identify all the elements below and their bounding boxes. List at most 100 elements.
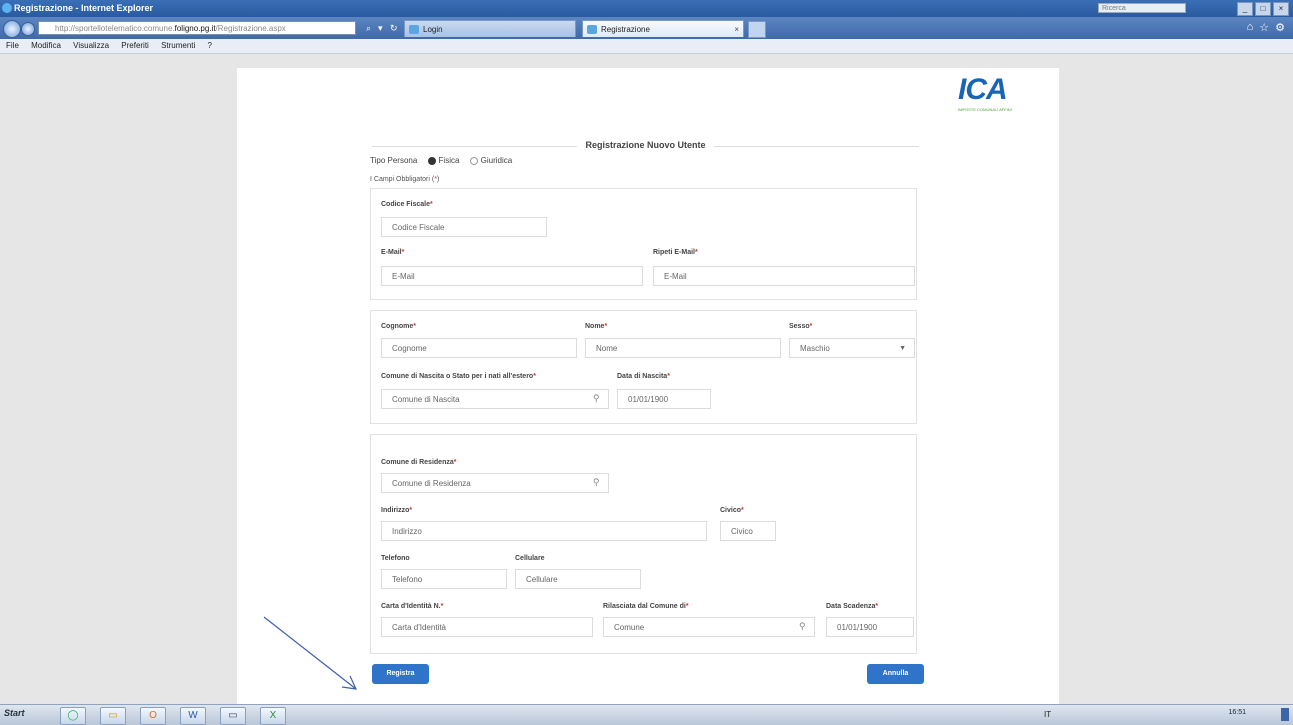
window-title: Registrazione - Internet Explorer [14,3,154,13]
browser-viewport: ICA IMPOSTE COMUNALI AFFINI Registrazion… [0,54,1293,704]
nome-input[interactable]: Nome [585,338,781,358]
language-indicator[interactable]: IT [1044,710,1051,719]
new-tab-button[interactable] [748,21,766,38]
cellulare-input[interactable]: Cellulare [515,569,641,589]
radio-giuridica-label: Giuridica [480,156,513,165]
menu-bar: File Modifica Visualizza Preferiti Strum… [0,39,1293,54]
rilasciata-label: Rilasciata dal Comune di* [603,603,689,610]
form-title: Registrazione Nuovo Utente [372,140,919,150]
favorites-star-icon[interactable]: ☆ [1259,21,1269,34]
address-prefix: http://sportellotelematico.comune. [55,24,175,33]
taskbar-outlook-icon[interactable]: O [140,707,166,725]
required-fields-note: I Campi Obbligatori (*) [370,176,439,183]
rilasciata-input[interactable]: Comune [603,617,815,637]
page-icon [409,25,419,34]
codice-fiscale-label: Codice Fiscale* [381,201,433,208]
section-residence-document: Comune di Residenza* Comune di Residenza… [370,434,917,654]
required-note-close: ) [436,176,440,183]
tab-close-icon[interactable]: × [734,21,739,38]
taskbar-word-icon[interactable]: W [180,707,206,725]
taskbar-excel-icon[interactable]: X [260,707,286,725]
civico-input[interactable]: Civico [720,521,776,541]
comune-residenza-input[interactable]: Comune di Residenza [381,473,609,493]
search-icon[interactable]: ⚲ [799,621,806,632]
start-button[interactable]: Start [4,708,25,718]
annotation-arrow [263,616,358,690]
settings-gear-icon[interactable]: ⚙ [1275,21,1285,34]
home-icon[interactable]: ⌂ [1247,21,1254,34]
carta-identita-label: Carta d'Identità N.* [381,603,444,610]
address-dropdown-icon[interactable]: ▾ [378,21,383,35]
sesso-select[interactable]: Maschio ▼ [789,338,915,358]
comune-nascita-input[interactable]: Comune di Nascita [381,389,609,409]
data-nascita-input[interactable]: 01/01/1900 [617,389,711,409]
menu-strumenti[interactable]: Strumenti [161,41,195,50]
tab-login[interactable]: Login [404,20,576,37]
cognome-input[interactable]: Cognome [381,338,577,358]
browser-right-icons: ⌂ ☆ ⚙ [1247,21,1285,34]
forward-button[interactable] [21,22,35,36]
required-note-text: I Campi Obbligatori ( [370,176,435,183]
window-titlebar: Registrazione - Internet Explorer Ricerc… [0,0,1293,17]
tab-registrazione[interactable]: Registrazione × [582,20,744,37]
system-tray: 16:51 [1100,708,1270,722]
page-icon [587,25,597,34]
registration-page: ICA IMPOSTE COMUNALI AFFINI Registrazion… [237,68,1059,704]
section-credentials: Codice Fiscale* Codice Fiscale E-Mail* E… [370,188,917,300]
radio-giuridica[interactable] [469,156,478,165]
menu-modifica[interactable]: Modifica [31,41,61,50]
ica-logo-tagline: IMPOSTE COMUNALI AFFINI [958,107,1012,112]
show-desktop-button[interactable] [1281,708,1289,721]
minimize-button[interactable]: _ [1237,2,1253,16]
search-icon[interactable]: ⚲ [593,393,600,404]
sesso-label: Sesso* [789,323,813,330]
ripeti-email-label: Ripeti E-Mail* [653,249,698,256]
email-input[interactable]: E-Mail [381,266,643,286]
registra-button[interactable]: Registra [372,664,429,684]
menu-visualizza[interactable]: Visualizza [73,41,109,50]
address-domain: foligno.pg.it [174,24,216,33]
taskbar-window-icon[interactable]: ▭ [220,707,246,725]
indirizzo-input[interactable]: Indirizzo [381,521,707,541]
telefono-label: Telefono [381,555,410,562]
taskbar-ie-icon[interactable]: ◯ [60,707,86,725]
civico-label: Civico* [720,507,744,514]
maximize-button[interactable]: □ [1255,2,1271,16]
comune-nascita-label: Comune di Nascita o Stato per i nati all… [381,373,536,380]
menu-preferiti[interactable]: Preferiti [121,41,149,50]
menu-file[interactable]: File [6,41,19,50]
refresh-icon[interactable]: ↻ [390,21,398,35]
windows-taskbar: Start ◯ ▭ O W ▭ X IT 16:51 [0,704,1293,725]
clock[interactable]: 16:51 [1228,709,1246,717]
divider [714,146,919,147]
address-bar[interactable]: http://sportellotelematico.comune.folign… [38,21,356,35]
ripeti-email-input[interactable]: E-Mail [653,266,915,286]
back-button[interactable] [3,20,21,38]
nome-label: Nome* [585,323,608,330]
data-nascita-label: Data di Nascita* [617,373,670,380]
telefono-input[interactable]: Telefono [381,569,507,589]
address-search-icon[interactable]: ⌕ [366,21,371,35]
title-search-box[interactable]: Ricerca [1098,3,1186,13]
chevron-down-icon: ▼ [899,345,906,352]
taskbar-folder-icon[interactable]: ▭ [100,707,126,725]
search-icon[interactable]: ⚲ [593,477,600,488]
carta-identita-input[interactable]: Carta d'Identità [381,617,593,637]
address-suffix: /Registrazione.aspx [215,24,286,33]
radio-fisica[interactable] [427,156,436,165]
data-scadenza-input[interactable]: 01/01/1900 [826,617,914,637]
window-controls: _ □ × [1237,2,1289,16]
menu-help[interactable]: ? [208,41,212,50]
cognome-label: Cognome* [381,323,417,330]
tipo-persona-label: Tipo Persona [370,156,418,165]
cellulare-label: Cellulare [515,555,545,562]
indirizzo-label: Indirizzo* [381,507,413,514]
codice-fiscale-input[interactable]: Codice Fiscale [381,217,547,237]
divider [372,146,577,147]
annulla-button[interactable]: Annulla [867,664,924,684]
data-scadenza-label: Data Scadenza* [826,603,879,610]
email-label: E-Mail* [381,249,405,256]
comune-residenza-label: Comune di Residenza* [381,459,457,466]
ica-logo-text: ICA [958,73,1008,106]
close-button[interactable]: × [1273,2,1289,16]
